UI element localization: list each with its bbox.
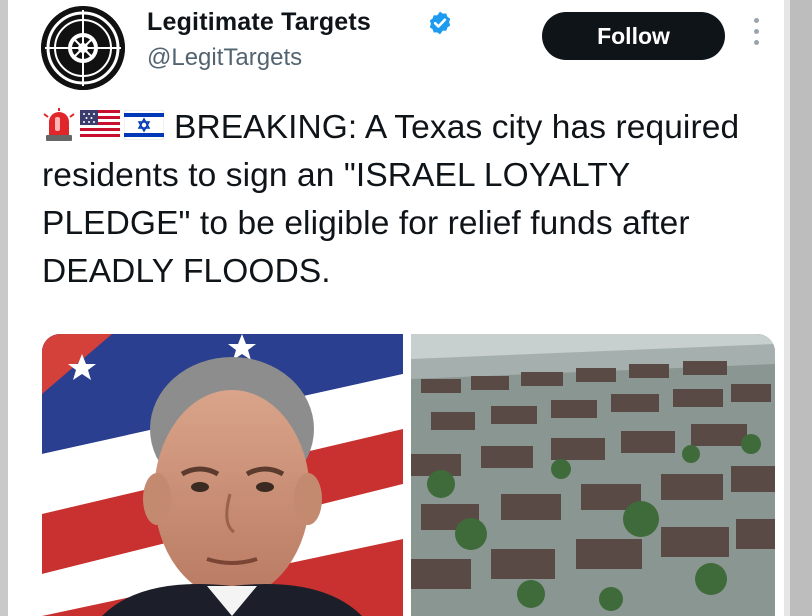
target-crosshair-logo-icon bbox=[41, 6, 125, 90]
tweet-text: BREAKING: A Texas city has required resi… bbox=[42, 104, 772, 296]
israel-flag-emoji-icon bbox=[124, 110, 164, 140]
avatar[interactable] bbox=[41, 6, 125, 90]
right-border bbox=[790, 0, 812, 616]
portrait-photo[interactable] bbox=[42, 334, 403, 616]
verified-badge-icon bbox=[429, 11, 451, 35]
left-border bbox=[0, 0, 8, 616]
portrait-photo-graphic bbox=[42, 334, 403, 616]
account-handle[interactable]: @LegitTargets bbox=[147, 44, 302, 72]
emoji-row bbox=[42, 108, 168, 142]
follow-button[interactable]: Follow bbox=[542, 12, 725, 60]
flood-aerial-photo-graphic bbox=[411, 334, 775, 616]
display-name[interactable]: Legitimate Targets bbox=[147, 8, 371, 37]
us-flag-emoji-icon bbox=[80, 110, 120, 140]
flood-aerial-photo[interactable] bbox=[411, 334, 775, 616]
police-light-emoji-icon bbox=[43, 108, 75, 141]
vertical-ellipsis-icon[interactable] bbox=[752, 18, 760, 52]
